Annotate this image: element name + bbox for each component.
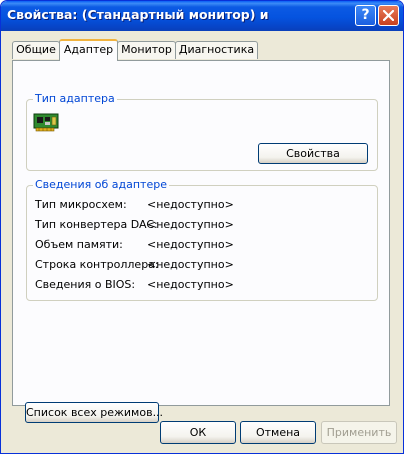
adapter-type-group: Тип адаптера Свойства	[26, 92, 378, 171]
dac-type-value: <недоступно>	[147, 218, 234, 231]
help-icon: ?	[361, 7, 370, 23]
cancel-button[interactable]: Отмена	[240, 421, 316, 444]
help-button[interactable]: ?	[355, 5, 376, 26]
chip-type-label: Тип микросхем:	[35, 198, 127, 211]
tab-diagnostics[interactable]: Диагностика	[175, 41, 258, 59]
tab-general[interactable]: Общие	[12, 41, 60, 59]
close-button[interactable]	[378, 5, 399, 26]
tab-monitor[interactable]: Монитор	[117, 41, 176, 59]
chip-type-value: <недоступно>	[147, 198, 234, 211]
video-card-icon	[33, 113, 59, 132]
adapter-properties-button[interactable]: Свойства	[258, 143, 368, 164]
list-all-modes-button[interactable]: Список всех режимов...	[25, 402, 163, 423]
adapter-tab-panel: Тип адаптера Свойства Сведения об адапте…	[12, 60, 390, 423]
adapter-type-title: Тип адаптера	[33, 92, 117, 105]
memory-size-label: Объем памяти:	[35, 238, 123, 251]
dialog-client-area: Общие Адаптер Монитор Диагностика Тип ад…	[4, 31, 400, 451]
controller-string-value: <недоступно>	[147, 258, 234, 271]
close-icon	[383, 10, 394, 21]
title-bar[interactable]: Свойства: (Стандартный монитор) и ?	[1, 1, 403, 31]
memory-size-value: <недоступно>	[147, 238, 234, 251]
apply-button[interactable]: Применить	[321, 421, 397, 444]
window-title: Свойства: (Стандартный монитор) и	[7, 7, 269, 22]
bios-info-label: Сведения о BIOS:	[35, 278, 136, 291]
bios-info-value: <недоступно>	[147, 278, 234, 291]
adapter-info-title: Сведения об адаптере	[33, 178, 169, 191]
adapter-info-group: Сведения об адаптере Тип микросхем: <нед…	[26, 178, 378, 301]
dac-type-label: Тип конвертера DAC:	[35, 218, 158, 231]
controller-string-label: Строка контроллера:	[35, 258, 159, 271]
properties-dialog: Свойства: (Стандартный монитор) и ? Общи…	[0, 0, 404, 454]
tab-adapter[interactable]: Адаптер	[59, 39, 118, 61]
ok-button[interactable]: ОК	[160, 421, 236, 444]
